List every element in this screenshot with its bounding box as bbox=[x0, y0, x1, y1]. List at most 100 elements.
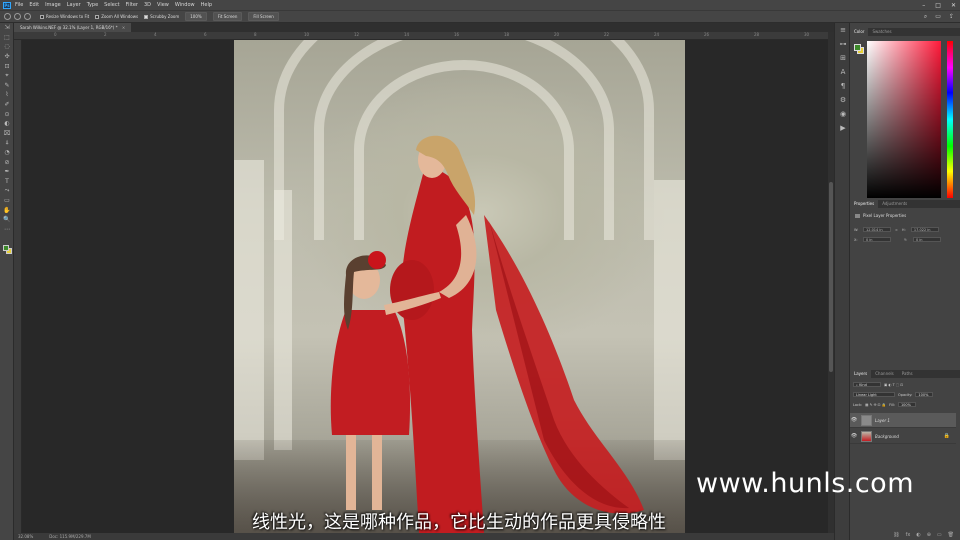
path-select-tool-icon[interactable]: ⤳ bbox=[0, 186, 14, 196]
healing-brush-tool-icon[interactable]: ✎ bbox=[0, 81, 14, 91]
filter-icons[interactable]: ▣ ◐ T ⬚ ⊡ bbox=[884, 383, 903, 387]
vertical-ruler[interactable] bbox=[14, 40, 22, 533]
workspace-icon[interactable]: ▭ bbox=[935, 13, 941, 21]
hand-tool-icon[interactable]: ✋ bbox=[0, 205, 14, 215]
actions-panel-icon[interactable]: ▶ bbox=[835, 121, 851, 135]
character-panel-icon[interactable]: A bbox=[835, 65, 851, 79]
menu-filter[interactable]: Filter bbox=[126, 2, 138, 8]
dodge-tool-icon[interactable]: ◔ bbox=[0, 148, 14, 158]
menu-edit[interactable]: Edit bbox=[29, 2, 39, 8]
new-layer-icon[interactable]: ▭ bbox=[937, 532, 942, 538]
history-brush-tool-icon[interactable]: ⊙ bbox=[0, 109, 14, 119]
new-group-icon[interactable]: ⊕ bbox=[927, 532, 931, 538]
brush-settings-panel-icon[interactable]: ⚙ bbox=[835, 93, 851, 107]
tab-swatches[interactable]: Swatches bbox=[868, 28, 895, 36]
opacity-field[interactable]: 100% bbox=[915, 392, 934, 397]
quick-select-tool-icon[interactable]: ✣ bbox=[0, 52, 14, 62]
checkbox-box[interactable] bbox=[144, 14, 149, 19]
menu-file[interactable]: File bbox=[15, 2, 23, 8]
foreground-color-swatch[interactable] bbox=[3, 245, 9, 251]
info-panel-icon[interactable]: ◉ bbox=[835, 107, 851, 121]
adjustment-layer-icon[interactable]: ◐ bbox=[916, 532, 920, 538]
zoom-tool-icon[interactable] bbox=[4, 13, 11, 20]
menu-window[interactable]: Window bbox=[175, 2, 195, 8]
zoom-tool-icon[interactable]: 🔍 bbox=[0, 215, 14, 225]
hue-slider[interactable] bbox=[947, 41, 953, 198]
gradient-tool-icon[interactable]: ⌧ bbox=[0, 129, 14, 139]
crop-tool-icon[interactable]: ⊡ bbox=[0, 61, 14, 71]
height-field[interactable]: 17.022 in bbox=[910, 227, 939, 232]
history-panel-icon[interactable]: ≡ bbox=[835, 23, 851, 37]
resize-windows-checkbox[interactable]: Resize Windows to Fit bbox=[40, 14, 89, 19]
tab-layers[interactable]: Layers bbox=[850, 370, 872, 378]
width-field[interactable]: 12.014 in bbox=[863, 227, 891, 232]
eyedropper-tool-icon[interactable]: ⌖ bbox=[0, 71, 14, 81]
kind-filter-dropdown[interactable]: ⌕ Kind bbox=[853, 382, 881, 387]
trash-icon[interactable]: 🗑 bbox=[948, 532, 954, 538]
libraries-panel-icon[interactable]: ⊞ bbox=[835, 51, 851, 65]
maximize-icon[interactable]: □ bbox=[935, 2, 941, 9]
x-field[interactable]: 0 in bbox=[863, 237, 891, 242]
checkbox-box[interactable] bbox=[40, 14, 44, 19]
scrubby-zoom-checkbox[interactable]: Scrubby Zoom bbox=[144, 14, 179, 19]
search-icon[interactable]: ⌕ bbox=[924, 13, 927, 21]
rectangle-tool-icon[interactable]: ▭ bbox=[0, 196, 14, 206]
type-tool-icon[interactable]: T bbox=[0, 177, 14, 187]
layer-row-background[interactable]: 👁 Background 🔒 bbox=[850, 429, 956, 444]
minimize-icon[interactable]: – bbox=[922, 2, 925, 9]
lock-icons[interactable]: ▦ ✎ ✣ ⊡ 🔒 bbox=[865, 403, 886, 407]
zoom-readout[interactable]: 32.08% bbox=[18, 534, 33, 539]
eye-icon[interactable]: 👁 bbox=[850, 417, 858, 423]
layer-name[interactable]: Layer 1 bbox=[875, 418, 890, 423]
menu-image[interactable]: Image bbox=[45, 2, 61, 8]
menu-3d[interactable]: 3D bbox=[144, 2, 151, 8]
document-tab[interactable]: Sarah Wilkins.NEF @ 32.1% (Layer 1, RGB/… bbox=[14, 23, 132, 32]
close-tab-icon[interactable]: × bbox=[122, 25, 125, 30]
y-field[interactable]: 0 in bbox=[913, 237, 941, 242]
menu-help[interactable]: Help bbox=[201, 2, 212, 8]
zoom-all-windows-checkbox[interactable]: Zoom All Windows bbox=[95, 14, 138, 19]
lasso-tool-icon[interactable]: ◌ bbox=[0, 42, 14, 52]
fill-screen-button[interactable]: Fill Screen bbox=[248, 12, 279, 21]
layer-name[interactable]: Background bbox=[875, 434, 899, 439]
brush-tool-icon[interactable]: ⌇ bbox=[0, 90, 14, 100]
link-layers-icon[interactable]: ⛓ bbox=[893, 532, 899, 538]
horizontal-ruler[interactable]: 0 2 4 6 8 10 12 14 16 18 20 22 24 26 28 30 bbox=[14, 32, 828, 40]
tab-color[interactable]: Color bbox=[850, 28, 869, 36]
move-tool-icon[interactable]: ⇲ bbox=[0, 23, 14, 33]
checkbox-box[interactable] bbox=[95, 14, 100, 19]
marquee-tool-icon[interactable]: ⬚ bbox=[0, 33, 14, 43]
sponge-tool-icon[interactable]: ⊘ bbox=[0, 157, 14, 167]
zoom-value-button[interactable]: 100% bbox=[185, 12, 207, 21]
menu-select[interactable]: Select bbox=[104, 2, 119, 8]
tab-adjustments[interactable]: Adjustments bbox=[878, 200, 911, 208]
eraser-tool-icon[interactable]: ◐ bbox=[0, 119, 14, 129]
share-icon[interactable]: ⇪ bbox=[949, 13, 954, 21]
paragraph-panel-icon[interactable]: ¶ bbox=[835, 79, 851, 93]
document-canvas-image[interactable] bbox=[234, 40, 685, 533]
tab-channels[interactable]: Channels bbox=[871, 370, 898, 378]
zoom-in-icon[interactable] bbox=[14, 13, 21, 20]
adjustments-panel-icon[interactable]: ⊶ bbox=[835, 37, 851, 51]
link-icon[interactable]: ∞ bbox=[895, 228, 898, 232]
tab-paths[interactable]: Paths bbox=[898, 370, 917, 378]
fill-field[interactable]: 100% bbox=[897, 402, 916, 407]
tab-properties[interactable]: Properties bbox=[850, 200, 879, 208]
clone-stamp-tool-icon[interactable]: ✐ bbox=[0, 100, 14, 110]
color-picker-field[interactable] bbox=[867, 41, 941, 198]
scrollbar-thumb[interactable] bbox=[829, 182, 833, 372]
layer-style-icon[interactable]: fx bbox=[906, 532, 911, 538]
menu-view[interactable]: View bbox=[157, 2, 169, 8]
blend-mode-dropdown[interactable]: Linear Light bbox=[853, 392, 895, 397]
menu-layer[interactable]: Layer bbox=[67, 2, 81, 8]
fit-screen-button[interactable]: Fit Screen bbox=[212, 12, 243, 21]
blur-tool-icon[interactable]: ⍋ bbox=[0, 138, 14, 148]
zoom-out-icon[interactable] bbox=[24, 13, 31, 20]
layer-row-layer-1[interactable]: 👁 Layer 1 bbox=[850, 413, 956, 428]
pen-tool-icon[interactable]: ✒ bbox=[0, 167, 14, 177]
close-icon[interactable]: ✕ bbox=[951, 2, 956, 9]
color-panel-fg-swatch[interactable] bbox=[854, 44, 861, 51]
more-tools-icon[interactable]: ⋯ bbox=[0, 224, 14, 234]
menu-type[interactable]: Type bbox=[87, 2, 98, 8]
eye-icon[interactable]: 👁 bbox=[850, 433, 858, 439]
